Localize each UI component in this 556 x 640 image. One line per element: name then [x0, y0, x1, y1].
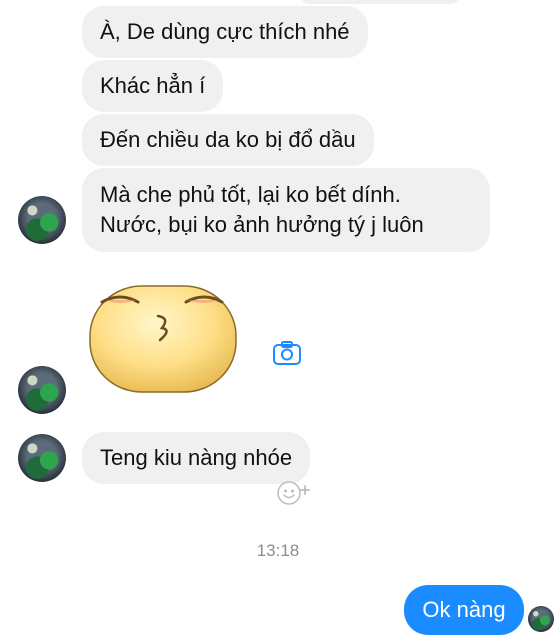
outgoing-message[interactable]: Ok nàng [404, 585, 524, 635]
kissing-face-sticker[interactable] [88, 282, 238, 394]
message-text-line: Mà che phủ tốt, lại ko bết dính. [100, 182, 401, 207]
incoming-message[interactable]: Khác hẳn í [82, 60, 224, 112]
message-text: À, De dùng cực thích nhé [100, 19, 350, 44]
message-text: Đến chiều da ko bị đổ dầu [100, 127, 356, 152]
incoming-message[interactable]: Teng kiu nàng nhóe [82, 432, 311, 484]
previous-message-edge [300, 0, 460, 4]
incoming-message[interactable]: Mà che phủ tốt, lại ko bết dính. Nước, b… [82, 168, 490, 252]
sender-avatar[interactable] [18, 366, 66, 414]
add-reaction-icon[interactable] [276, 480, 312, 506]
incoming-message[interactable]: À, De dùng cực thích nhé [82, 6, 368, 58]
incoming-message[interactable]: Đến chiều da ko bị đổ dầu [82, 114, 374, 166]
read-receipt-avatar [528, 606, 554, 632]
sender-avatar[interactable] [18, 434, 66, 482]
message-text: Teng kiu nàng nhóe [100, 445, 293, 470]
message-timestamp: 13:18 [256, 541, 300, 560]
message-thread: À, De dùng cực thích nhé Khác hẳn í Đến … [0, 0, 556, 640]
camera-icon[interactable] [272, 340, 302, 366]
message-text: Ok nàng [422, 597, 506, 622]
message-text: Khác hẳn í [100, 73, 206, 98]
message-text-line: Nước, bụi ko ảnh hưởng tý j luôn [100, 212, 424, 237]
sender-avatar[interactable] [18, 196, 66, 244]
